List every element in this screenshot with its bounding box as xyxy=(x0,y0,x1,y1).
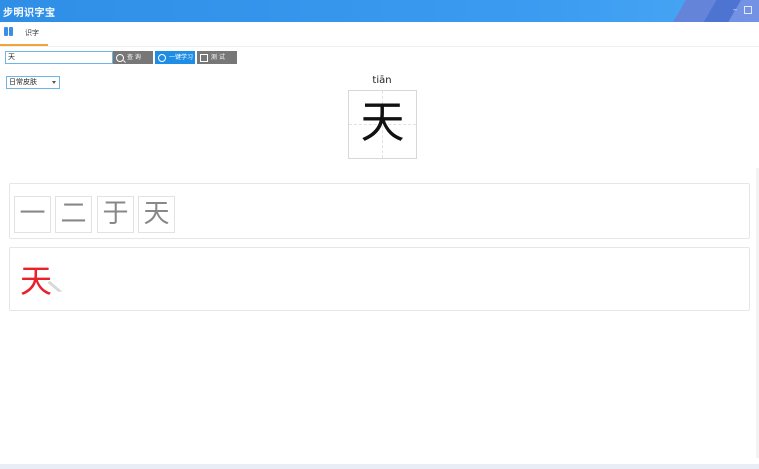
speaker-icon xyxy=(158,53,166,62)
book-icon xyxy=(4,27,14,36)
search-button[interactable]: 查 询 xyxy=(113,51,153,64)
title-bar: 步明识字宝 – xyxy=(0,0,759,22)
minimize-button[interactable]: – xyxy=(729,4,741,16)
skin-select[interactable]: 日常皮肤 xyxy=(6,76,60,89)
stroke-animation-panel: 天 xyxy=(9,247,750,311)
tab-literacy[interactable]: 识字 xyxy=(0,22,48,46)
stroke-step: 天 xyxy=(138,196,175,233)
character-glyph: 天 xyxy=(360,97,405,148)
tab-label: 识字 xyxy=(25,29,39,37)
edit-icon xyxy=(200,53,208,62)
test-button[interactable]: 测 试 xyxy=(197,51,237,64)
tab-bar: 识字 xyxy=(0,22,759,47)
test-button-label: 测 试 xyxy=(211,54,225,61)
stroke-step: 于 xyxy=(97,196,134,233)
stroke-step: 二 xyxy=(55,196,92,233)
pinyin-label: tiān xyxy=(372,75,392,86)
stroke-order-panel: 一 二 于 天 xyxy=(9,183,750,239)
character-display: 天 xyxy=(348,90,417,159)
window-bottom-edge xyxy=(0,464,759,469)
one-click-learn-button[interactable]: 一键学习 xyxy=(155,51,195,64)
maximize-icon[interactable] xyxy=(742,4,754,16)
stroke-step: 一 xyxy=(14,196,51,233)
search-icon xyxy=(116,53,124,62)
search-input[interactable] xyxy=(5,51,113,64)
chevron-down-icon xyxy=(52,81,56,84)
search-button-label: 查 询 xyxy=(127,54,141,61)
app-title: 步明识字宝 xyxy=(3,8,56,19)
skin-select-value: 日常皮肤 xyxy=(9,78,37,86)
learn-button-label: 一键学习 xyxy=(169,54,194,61)
